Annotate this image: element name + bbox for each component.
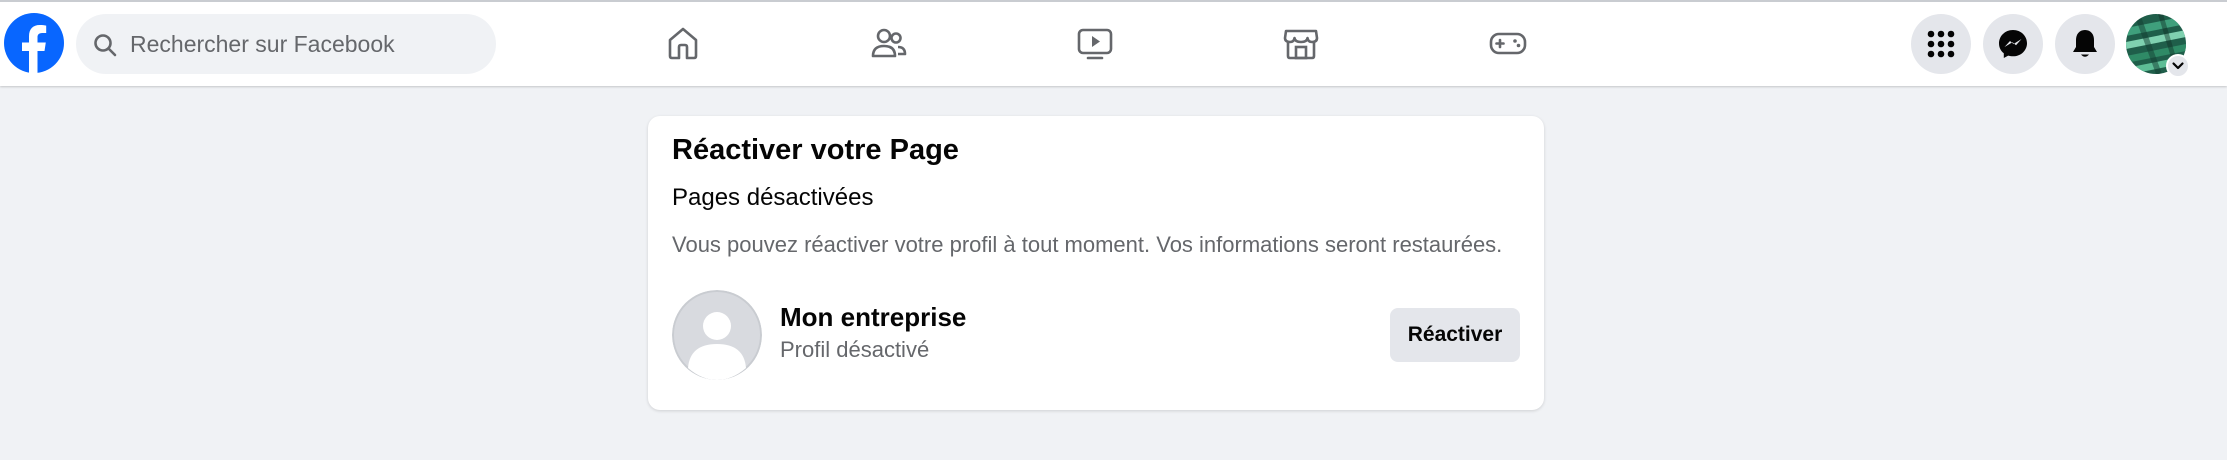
messenger-icon [1999, 30, 2027, 58]
tab-video[interactable] [1010, 0, 1180, 86]
reactivate-page-card: Réactiver votre Page Pages désactivées V… [648, 116, 1544, 410]
page-status: Profil désactivé [780, 337, 930, 362]
menu-grid-icon [1927, 30, 1955, 58]
search-input[interactable] [130, 14, 480, 74]
chevron-down-icon [2172, 62, 2184, 70]
notifications-button[interactable] [2055, 14, 2115, 74]
top-navigation-bar [0, 0, 2227, 86]
search-icon [94, 34, 117, 57]
page-name[interactable]: Mon entreprise [780, 302, 966, 333]
tab-friends[interactable] [804, 0, 974, 86]
gaming-icon [1489, 32, 1527, 55]
reactivate-button[interactable]: Réactiver [1390, 308, 1520, 362]
tab-marketplace[interactable] [1216, 0, 1386, 86]
menu-button[interactable] [1911, 14, 1971, 74]
marketplace-icon [1283, 29, 1319, 60]
description-text: Vous pouvez réactiver votre profil à tou… [672, 232, 1503, 257]
account-menu-button[interactable] [2166, 54, 2190, 78]
section-subtitle: Pages désactivées [672, 184, 874, 211]
friends-icon [871, 28, 907, 58]
home-icon [668, 27, 698, 60]
video-icon [1077, 28, 1113, 60]
default-profile-icon [672, 290, 762, 380]
tab-gaming[interactable] [1423, 0, 1593, 86]
page-title: Réactiver votre Page [672, 134, 959, 166]
messenger-button[interactable] [1983, 14, 2043, 74]
notifications-bell-icon [2073, 30, 2097, 57]
tab-home[interactable] [598, 0, 768, 86]
search-bar[interactable] [76, 14, 496, 74]
facebook-logo-icon[interactable] [4, 13, 64, 73]
